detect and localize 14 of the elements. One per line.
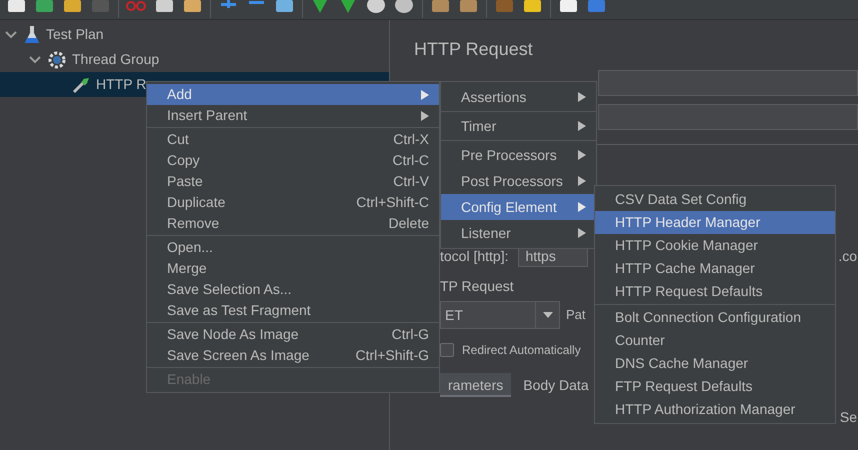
shortcut-label: Ctrl-V xyxy=(393,172,429,191)
server-field-text: .co xyxy=(838,246,857,266)
checkbox-label: Redirect Automatically xyxy=(462,342,581,359)
shortcut-label: Delete xyxy=(388,214,429,233)
field-label: Se xyxy=(840,409,857,425)
shortcut-label: Ctrl+Shift-C xyxy=(356,193,429,212)
shortcut-label: Ctrl-G xyxy=(392,325,429,344)
shortcut-label: Ctrl-X xyxy=(393,130,429,149)
panel-title: HTTP Request xyxy=(414,38,534,61)
shortcut-label: Ctrl-C xyxy=(392,151,429,170)
protocol-label: tocol [http]: xyxy=(440,246,508,266)
shortcut-label: Ctrl+Shift-G xyxy=(355,346,429,365)
path-label: Pat xyxy=(566,306,586,324)
fieldset-legend: TP Request xyxy=(440,278,514,294)
